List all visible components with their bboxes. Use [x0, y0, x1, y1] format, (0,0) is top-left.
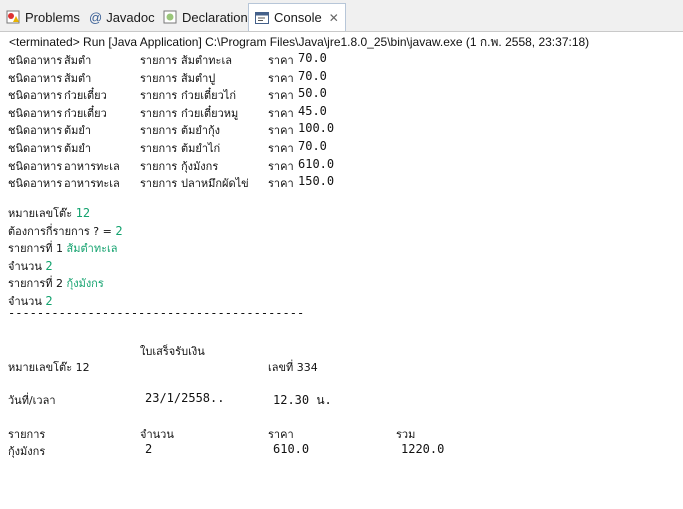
menu-item: ก๋วยเตี๋ยวหมู [181, 106, 239, 120]
user-input: 2 [115, 224, 123, 238]
problems-icon [6, 10, 20, 24]
tab-label: Problems [25, 9, 80, 25]
console-output[interactable]: ชนิดอาหาร ส้มตำ รายการ ส้มตำทะเล ราคา 70.0 ชนิ… [0, 50, 683, 509]
menu-type: อาหารทะเล [64, 159, 120, 173]
tab-javadoc[interactable]: @ Javadoc [89, 6, 155, 28]
tab-problems[interactable]: Problems [6, 6, 80, 28]
tab-console[interactable]: Console ✕ [248, 3, 346, 31]
menu-item: ส้มตำปู [181, 71, 216, 85]
receipt-date: 23/1/2558.. [145, 391, 225, 405]
column-header-item: รายการ [8, 428, 46, 441]
menu-item: กุ้งมังกร [181, 159, 219, 173]
tab-label: Declaration [182, 9, 248, 25]
user-input: 2 [45, 259, 53, 273]
menu-item: ต้มยำไก่ [181, 142, 221, 155]
quantity-1-line: จำนวน 2 [8, 259, 53, 273]
menu-price: 45.0 [298, 103, 327, 118]
item-1-line: รายการที่ 1 ส้มตำทะเล [8, 242, 118, 255]
menu-type-label: ชนิดอาหาร [8, 124, 63, 138]
menu-price: 50.0 [298, 86, 327, 101]
at-icon: @ [89, 10, 103, 25]
menu-item-label: รายการ [140, 71, 178, 85]
menu-type-label: ชนิดอาหาร [8, 89, 63, 103]
receipt-time: 12.30 น. [273, 393, 332, 407]
close-icon[interactable]: ✕ [329, 11, 339, 25]
menu-price-label: ราคา [268, 124, 294, 138]
receipt-row-total: 1220.0 [401, 442, 445, 456]
tab-declaration[interactable]: Declaration [163, 6, 248, 28]
menu-price: 150.0 [298, 174, 335, 189]
menu-price-label: ราคา [268, 89, 294, 103]
datetime-label: วันที่/เวลา [8, 394, 56, 407]
receipt-table-number: หมายเลขโต๊ะ 12 [8, 361, 90, 374]
console-icon [255, 11, 269, 24]
menu-type-label: ชนิดอาหาร [8, 142, 63, 155]
menu-price-label: ราคา [268, 106, 294, 120]
menu-type-label: ชนิดอาหาร [8, 159, 63, 173]
menu-price-label: ราคา [268, 71, 294, 85]
receipt-row-price: 610.0 [273, 442, 310, 456]
separator-line: ----------------------------------------… [8, 306, 305, 320]
receipt-row-item: กุ้งมังกร [8, 445, 46, 458]
user-input: ส้มตำทะเล [66, 242, 118, 255]
menu-item-label: รายการ [140, 124, 178, 138]
receipt-number: เลขที่ 334 [268, 361, 318, 374]
menu-type: ต้มยำ [64, 142, 92, 155]
menu-price: 70.0 [298, 139, 327, 153]
menu-item: ต้มยำกุ้ง [181, 124, 221, 138]
menu-price: 70.0 [298, 68, 327, 83]
menu-item-label: รายการ [140, 159, 178, 173]
menu-item: ส้มตำทะเล [181, 54, 232, 67]
item-2-line: รายการที่ 2 กุ้งมังกร [8, 277, 104, 290]
menu-item-label: รายการ [140, 177, 178, 191]
menu-price: 610.0 [298, 156, 335, 171]
tab-label: Console [274, 10, 322, 25]
column-header-price: ราคา [268, 428, 294, 441]
menu-price-label: ราคา [268, 142, 294, 155]
menu-item-label: รายการ [140, 142, 178, 155]
table-number-line: หมายเลขโต๊ะ 12 [8, 206, 91, 220]
menu-price-label: ราคา [268, 177, 294, 191]
receipt-title: ใบเสร็จรับเงิน [140, 345, 205, 358]
menu-type: ส้มตำ [64, 54, 92, 67]
view-tab-bar: Problems @ Javadoc Declaration Console ✕ [0, 0, 683, 32]
menu-item-label: รายการ [140, 54, 178, 67]
menu-type: ส้มตำ [64, 71, 92, 85]
menu-type: ต้มยำ [64, 124, 92, 138]
declaration-icon [163, 10, 177, 24]
menu-type-label: ชนิดอาหาร [8, 177, 63, 191]
tab-label: Javadoc [106, 9, 155, 25]
menu-type-label: ชนิดอาหาร [8, 54, 63, 67]
menu-type: อาหารทะเล [64, 177, 120, 191]
menu-type: ก๋วยเตี๋ยว [64, 106, 107, 120]
column-header-total: รวม [396, 428, 416, 441]
menu-type-label: ชนิดอาหาร [8, 71, 63, 85]
menu-type-label: ชนิดอาหาร [8, 106, 63, 120]
user-input: 12 [75, 206, 91, 220]
item-count-line: ต้องการกี่รายการ ? = 2 [8, 224, 123, 238]
menu-item-label: รายการ [140, 106, 178, 120]
user-input: กุ้งมังกร [66, 277, 104, 290]
menu-price-label: ราคา [268, 159, 294, 173]
menu-price: 100.0 [298, 121, 335, 136]
menu-price: 70.0 [298, 51, 327, 65]
column-header-quantity: จำนวน [140, 428, 174, 441]
receipt-row-quantity: 2 [145, 442, 153, 456]
menu-item-label: รายการ [140, 89, 178, 103]
menu-item: ก๋วยเตี๋ยวไก่ [181, 89, 236, 103]
menu-price-label: ราคา [268, 54, 294, 67]
menu-type: ก๋วยเตี๋ยว [64, 89, 107, 103]
launch-status: <terminated> Run [Java Application] C:\P… [9, 35, 590, 49]
menu-item: ปลาหมึกผัดไข่ [181, 177, 249, 191]
